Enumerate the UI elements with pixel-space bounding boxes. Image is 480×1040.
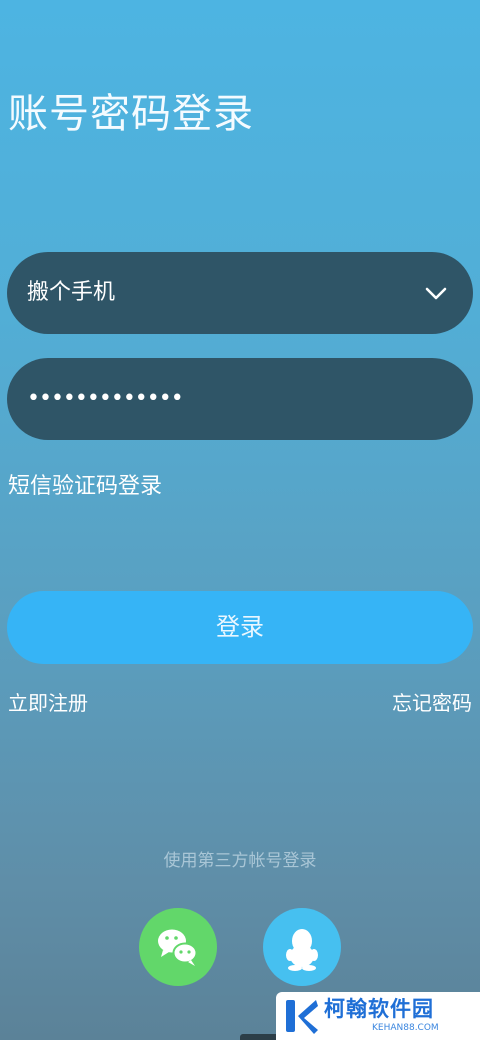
login-button[interactable]: 登录: [7, 591, 473, 664]
home-indicator: [240, 1034, 276, 1040]
password-field[interactable]: •••••••••••••: [7, 358, 473, 440]
qq-icon: [286, 929, 318, 971]
chevron-down-icon[interactable]: [425, 282, 447, 304]
third-party-login-label: 使用第三方帐号登录: [163, 851, 317, 871]
wechat-login-button[interactable]: [139, 908, 217, 986]
watermark-brand: 柯翰软件园: [324, 997, 434, 1021]
account-value: 搬个手机: [27, 280, 116, 305]
account-field[interactable]: 搬个手机: [7, 252, 473, 334]
forgot-password-link[interactable]: 忘记密码: [392, 686, 472, 720]
kehan-logo-icon: [286, 1000, 318, 1034]
sms-login-link[interactable]: 短信验证码登录: [8, 468, 162, 506]
page-title: 账号密码登录: [8, 91, 254, 137]
watermark-domain: KEHAN88.COM: [372, 1023, 439, 1033]
password-mask: •••••••••••••: [27, 386, 184, 411]
wechat-icon: [158, 929, 198, 966]
register-link[interactable]: 立即注册: [8, 686, 88, 720]
qq-login-button[interactable]: [263, 908, 341, 986]
site-watermark: 柯翰软件园 KEHAN88.COM: [276, 992, 480, 1040]
